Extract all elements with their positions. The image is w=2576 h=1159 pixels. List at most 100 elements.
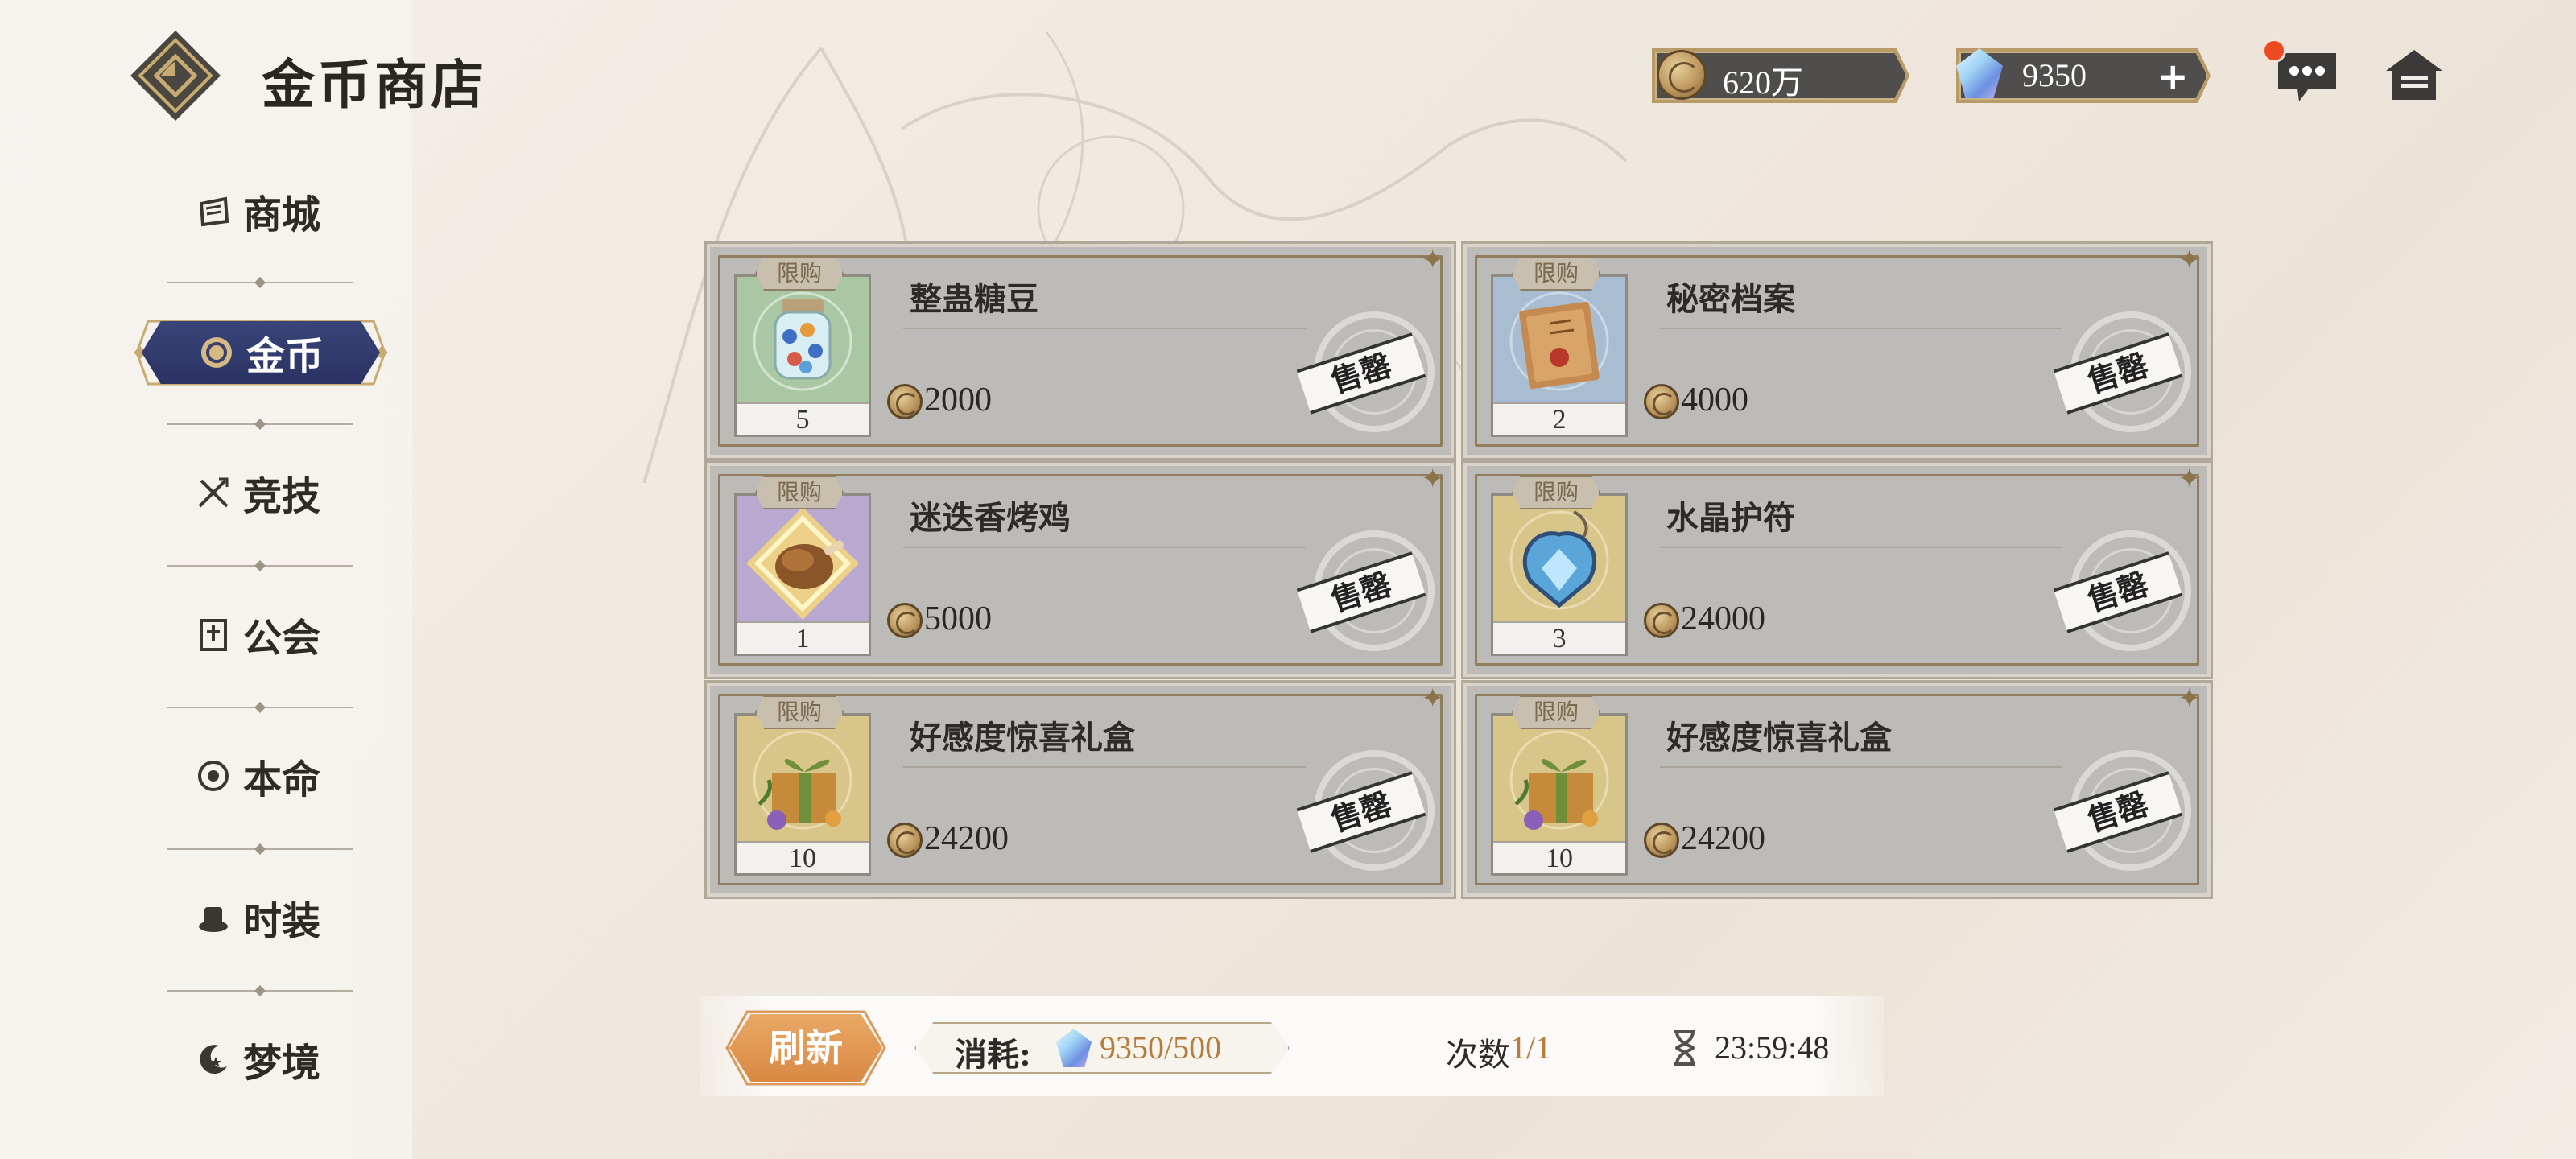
shop-item-card[interactable]: ✦ 2 限购 秘密档案 4000 售罄	[1461, 241, 2213, 460]
cost-label: 消耗:	[955, 1036, 1031, 1074]
crystal-amulet-icon	[1493, 496, 1625, 625]
home-icon[interactable]	[2383, 47, 2446, 103]
divider	[167, 702, 353, 713]
item-name: 秘密档案	[1666, 280, 1795, 318]
item-price: 24200	[1681, 820, 1765, 857]
coin-icon	[200, 337, 232, 368]
sidebar-item-label: 竞技	[242, 474, 320, 519]
item-quantity: 1	[737, 621, 869, 654]
price-coin-icon	[887, 384, 923, 419]
mall-icon	[199, 196, 229, 227]
divider	[167, 277, 353, 288]
sidebar-item-fashion[interactable]: 时装	[129, 885, 386, 950]
candy-jar-icon	[737, 277, 869, 406]
price-coin-icon	[887, 823, 923, 858]
sidebar-item-label: 金币	[246, 334, 324, 379]
price-coin-icon	[1644, 603, 1679, 638]
shop-item-card[interactable]: ✦ 10 限购 好感度惊喜礼盒 24200 售罄	[1461, 680, 2213, 899]
limit-tag: 限购	[1512, 257, 1600, 291]
corner-star-icon: ✦	[2178, 683, 2202, 715]
sidebar-item-label: 公会	[242, 616, 320, 661]
add-gems-button[interactable]: +	[2157, 55, 2189, 98]
divider	[167, 843, 353, 855]
item-name: 好感度惊喜礼盒	[1666, 719, 1892, 757]
gem-amount: 9350	[2022, 57, 2087, 93]
shop-item-card[interactable]: ✦ 5 限购 整蛊糖豆 2000 售罄	[704, 241, 1456, 460]
item-quantity: 2	[1493, 402, 1625, 435]
name-divider	[903, 766, 1306, 768]
sidebar-item-label: 商城	[242, 192, 320, 237]
notification-dot	[2262, 39, 2286, 63]
shop-item-card[interactable]: ✦ 3 限购 水晶护符 24000 售罄	[1461, 460, 2213, 679]
item-quantity: 10	[737, 841, 869, 873]
emblem-icon	[197, 761, 229, 791]
gift-box-icon	[1493, 716, 1625, 844]
item-thumbnail: 10	[734, 713, 871, 876]
roast-chicken-icon	[737, 496, 869, 625]
item-price: 24200	[924, 820, 1009, 857]
item-name: 水晶护符	[1666, 499, 1795, 537]
item-thumbnail: 1	[734, 493, 871, 656]
item-thumbnail: 3	[1491, 493, 1628, 656]
hat-icon	[198, 907, 228, 932]
item-price: 4000	[1681, 382, 1748, 419]
item-price: 2000	[924, 382, 992, 419]
item-name: 好感度惊喜礼盒	[910, 719, 1135, 757]
sidebar-item-dreamland[interactable]: 梦境	[129, 1027, 386, 1091]
corner-star-icon: ✦	[2178, 244, 2202, 276]
divider	[167, 985, 353, 996]
sidebar-item-guild[interactable]: 公会	[129, 602, 386, 666]
moon-star-icon	[200, 1045, 227, 1074]
corner-star-icon: ✦	[1421, 463, 1445, 495]
item-name: 整蛊糖豆	[910, 280, 1038, 318]
sidebar-item-gold[interactable]: 金币	[142, 321, 380, 384]
guild-banner-icon	[199, 619, 227, 651]
refresh-countdown: 23:59:48	[1715, 1029, 1830, 1066]
item-thumbnail: 5	[734, 274, 871, 437]
limit-tag: 限购	[755, 476, 844, 509]
item-price: 24000	[1681, 600, 1765, 637]
refresh-count-label: 次数	[1446, 1037, 1510, 1074]
refresh-button[interactable]: 刷新	[729, 1014, 882, 1082]
item-thumbnail: 2	[1491, 274, 1628, 437]
crossed-swords-icon	[198, 477, 229, 508]
name-divider	[1660, 547, 2062, 548]
corner-star-icon: ✦	[2178, 463, 2202, 495]
limit-tag: 限购	[1512, 695, 1600, 729]
sidebar-item-label: 梦境	[242, 1041, 320, 1086]
divider	[167, 560, 353, 571]
limit-tag: 限购	[755, 257, 844, 291]
sidebar-item-destiny[interactable]: 本命	[129, 744, 386, 808]
price-coin-icon	[1644, 384, 1679, 419]
item-quantity: 3	[1493, 621, 1625, 654]
item-thumbnail: 10	[1491, 713, 1628, 876]
limit-tag: 限购	[755, 695, 844, 729]
sidebar-item-mall[interactable]: 商城	[129, 179, 386, 243]
corner-star-icon: ✦	[1421, 683, 1445, 715]
gift-box-icon	[737, 716, 869, 844]
shop-item-card[interactable]: ✦ 1 限购 迷迭香烤鸡 5000 售罄	[704, 460, 1456, 679]
secret-file-icon	[1493, 277, 1625, 406]
item-name: 迷迭香烤鸡	[910, 499, 1071, 537]
page-title: 金币商店	[262, 53, 487, 116]
shop-item-card[interactable]: ✦ 10 限购 好感度惊喜礼盒 24200 售罄	[704, 680, 1456, 899]
sidebar-item-arena[interactable]: 竞技	[129, 460, 386, 525]
name-divider	[903, 328, 1306, 329]
gold-coin-icon	[1657, 50, 1707, 100]
sidebar-item-label: 本命	[242, 757, 320, 802]
name-divider	[1660, 766, 2062, 768]
name-divider	[903, 547, 1306, 548]
hourglass-icon	[1674, 1030, 1695, 1066]
item-quantity: 10	[1493, 841, 1625, 873]
price-coin-icon	[887, 603, 923, 638]
item-price: 5000	[924, 600, 992, 637]
app-logo-icon	[130, 31, 221, 121]
item-quantity: 5	[737, 402, 869, 435]
limit-tag: 限购	[1512, 476, 1600, 509]
gold-amount: 620万	[1723, 64, 1803, 101]
divider	[167, 419, 353, 430]
refresh-count-value: 1/1	[1510, 1029, 1552, 1066]
name-divider	[1660, 328, 2062, 329]
sidebar-item-label: 时装	[242, 899, 320, 944]
price-coin-icon	[1644, 823, 1679, 858]
